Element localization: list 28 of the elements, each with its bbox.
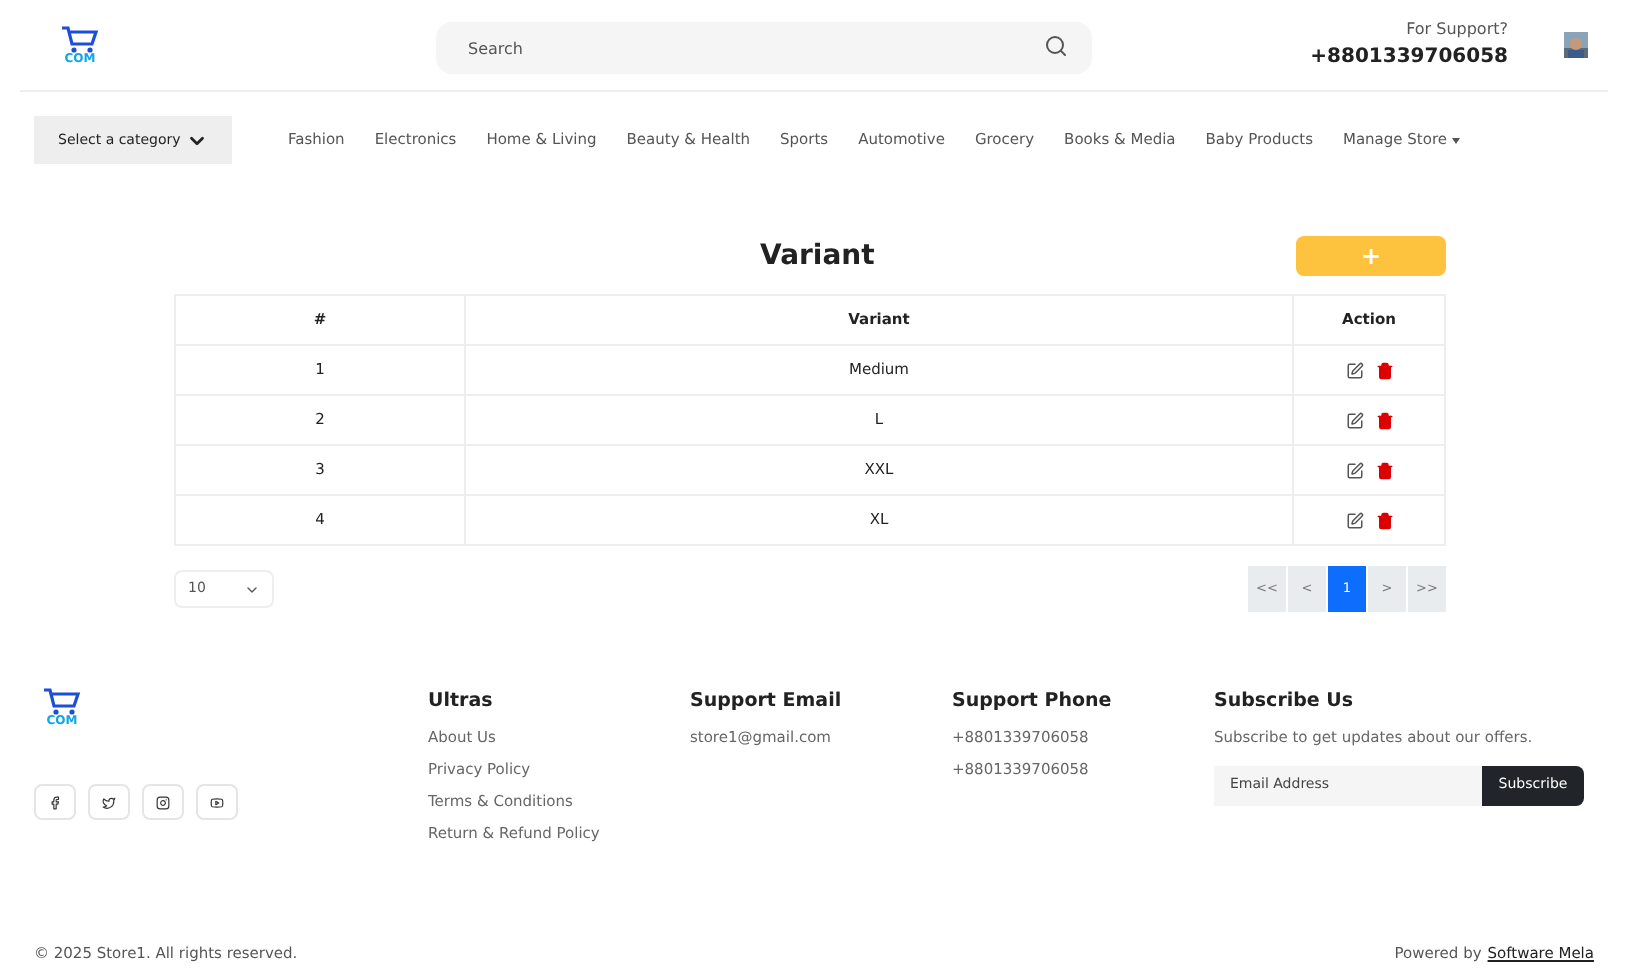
youtube-icon [210,795,224,809]
footer-heading: Support Phone [952,688,1114,716]
search-field[interactable]: Search [436,22,1092,74]
social-button[interactable] [88,784,130,820]
twitter-icon [102,795,116,809]
social-button[interactable] [34,784,76,820]
edit-icon[interactable] [1345,411,1363,429]
trash-icon[interactable] [1375,361,1393,379]
trash-icon[interactable] [1375,511,1393,529]
footer-heading: Ultras [428,688,495,716]
edit-icon[interactable] [1345,511,1363,529]
facebook-icon [48,795,62,809]
social-button[interactable] [142,784,184,820]
footer-heading: Support Email [690,688,844,716]
support-label: For Support? [1406,18,1508,42]
instagram-icon [156,795,170,809]
search-icon[interactable] [1044,33,1068,57]
edit-icon[interactable] [1345,461,1363,479]
cart-icon [60,25,100,53]
footer-heading: Subscribe Us [1214,688,1356,716]
caret-icon [1452,137,1461,143]
edit-icon[interactable] [1345,361,1363,379]
cart-icon [42,688,82,716]
trash-icon[interactable] [1375,411,1393,429]
support-phone: +8801339706058 [1310,44,1508,72]
trash-icon[interactable] [1375,461,1393,479]
page-title: Variant [760,237,875,275]
social-button[interactable] [196,784,238,820]
